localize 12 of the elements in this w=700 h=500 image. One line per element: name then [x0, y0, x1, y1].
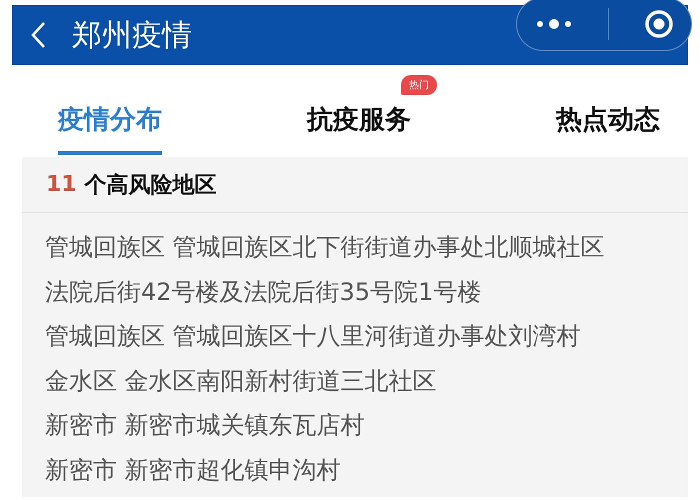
panel-heading: 个高风险地区 — [84, 172, 217, 200]
risk-area-text: 新密市 新密市超化镇申沟村 — [45, 454, 342, 486]
risk-area-text: 管城回族区 管城回族区十八里河街道办事处刘湾村 — [45, 321, 582, 352]
risk-area-text: 金水区 金水区南阳新村街道三北社区 — [45, 366, 438, 397]
hot-badge: 热门 — [401, 75, 437, 95]
risk-area-text: 法院后街42号楼及法院后街35号院1号楼 — [45, 276, 482, 308]
risk-area-text: 新密市 新密市城关镇东瓦店村 — [45, 410, 366, 442]
back-icon[interactable] — [30, 21, 46, 49]
risk-count: 11 — [46, 172, 77, 197]
tab[interactable]: 热点动态 — [556, 65, 660, 155]
page-title: 郑州疫情 — [72, 16, 192, 54]
risk-area-text: 管城回族区 管城回族区北下街街道办事处北顺城社区 — [45, 232, 606, 263]
